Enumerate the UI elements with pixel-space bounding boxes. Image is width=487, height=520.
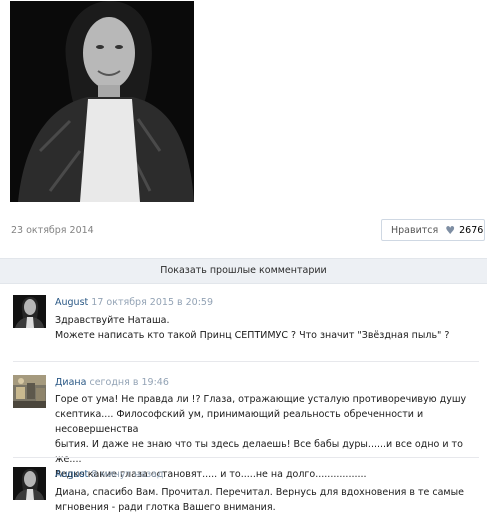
like-button[interactable]: Нравится ♥ 2676: [381, 219, 485, 241]
comment-time[interactable]: сегодня в 19:46: [89, 377, 168, 388]
post-date: 23 октября 2014: [11, 225, 94, 236]
heart-icon: ♥: [445, 223, 456, 237]
comment-header: August 8 минут назад: [55, 469, 164, 480]
post-photo[interactable]: [10, 1, 194, 202]
comment-header: August 17 октября 2015 в 20:59: [55, 297, 213, 308]
comment-line: бытия. И даже не знаю что ты здесь делае…: [55, 439, 463, 465]
divider: [13, 361, 479, 362]
avatar[interactable]: [13, 467, 46, 500]
avatar[interactable]: [13, 375, 46, 408]
divider: [13, 457, 479, 458]
comment-line: Здравствуйте Наташа.: [55, 315, 170, 326]
comment-line: Диана, спасибо Вам. Прочитал. Перечитал.…: [55, 487, 464, 498]
like-label: Нравится: [391, 224, 439, 236]
like-count: 2676: [459, 224, 484, 236]
comment-line: скептика.... Философский ум, принимающий…: [55, 409, 424, 435]
comment-time[interactable]: 17 октября 2015 в 20:59: [91, 297, 213, 308]
comment-time[interactable]: 8 минут назад: [91, 469, 163, 480]
comment-line: мгновения - ради глотка Вашего внимания.: [55, 502, 276, 513]
comment-author[interactable]: August: [55, 469, 88, 480]
avatar[interactable]: [13, 295, 46, 328]
comment-author[interactable]: August: [55, 297, 88, 308]
comment-text: Диана, спасибо Вам. Прочитал. Перечитал.…: [55, 485, 475, 515]
comment-author[interactable]: Диана: [55, 377, 86, 388]
comment-header: Диана сегодня в 19:46: [55, 377, 169, 388]
show-previous-comments-button[interactable]: Показать прошлые комментарии: [0, 258, 487, 284]
comment-line: Горе от ума! Не правда ли !? Глаза, отра…: [55, 394, 467, 405]
comment-line: Можете написать кто такой Принц СЕПТИМУС…: [55, 330, 450, 341]
comment-text: Здравствуйте Наташа. Можете написать кто…: [55, 313, 475, 343]
